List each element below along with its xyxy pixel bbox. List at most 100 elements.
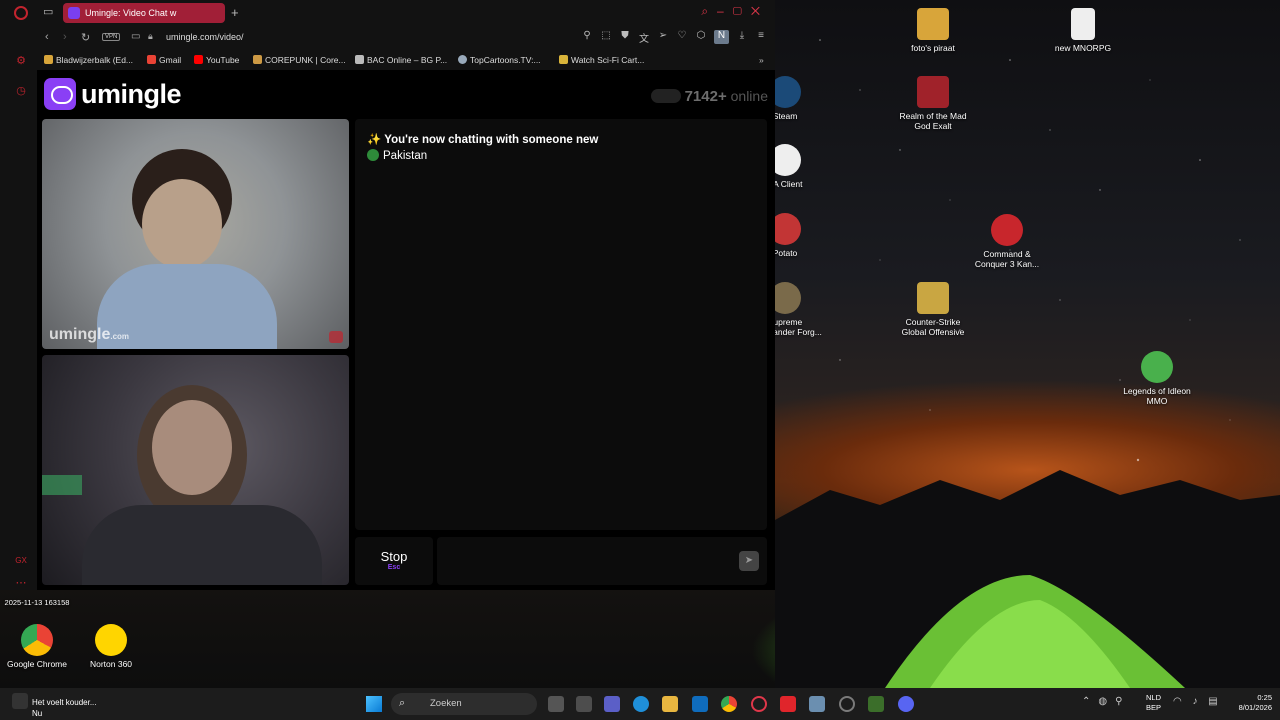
- bookmark-scifi[interactable]: Watch Sci-Fi Cart...: [559, 55, 644, 65]
- stop-button[interactable]: Stop Esc: [355, 537, 433, 585]
- bookmark-folder[interactable]: Bladwijzerbalk (Ed...: [44, 55, 133, 65]
- address-bar[interactable]: umingle.com/video/: [166, 32, 244, 42]
- extensions-icon[interactable]: ⬡: [695, 30, 707, 44]
- umingle-page: umingle 7142+ online umingle.com ✨ You'r…: [37, 70, 775, 590]
- sidebar-more-icon[interactable]: ⋯: [14, 576, 28, 590]
- youtube-taskbar-icon[interactable]: [780, 696, 796, 712]
- chat-country: Pakistan: [367, 149, 427, 162]
- bac-icon: [355, 55, 364, 64]
- browser-sidebar: ⚙ ◷ GX ⋯: [0, 0, 37, 590]
- taskbar-search[interactable]: ⌕ Zoeken: [391, 693, 537, 715]
- desk-command-conquer[interactable]: Command & Conquer 3 Kan...: [967, 214, 1047, 269]
- weather-widget[interactable]: Het voelt kouder... Nu: [12, 693, 96, 719]
- discord-icon[interactable]: [898, 696, 914, 712]
- menu-icon[interactable]: ≡: [755, 30, 767, 44]
- scifi-icon: [559, 55, 568, 64]
- network-volume-icons[interactable]: ◠ ♪ ▤: [1173, 696, 1222, 707]
- store-icon[interactable]: [576, 696, 592, 712]
- topcartoons-icon: [458, 55, 467, 64]
- chrome-taskbar-icon[interactable]: [721, 696, 737, 712]
- desk-screenshot[interactable]: 2025-11-13 163158: [0, 598, 77, 608]
- folder-icon: [917, 8, 949, 40]
- calculator-icon[interactable]: [809, 696, 825, 712]
- shield-icon[interactable]: ⛊: [619, 30, 631, 44]
- sidebar-history-icon[interactable]: ◷: [14, 84, 28, 98]
- chat-panel: ✨ You're now chatting with someone new P…: [355, 119, 767, 530]
- file-icon: [1071, 8, 1095, 40]
- realm-icon: [917, 76, 949, 108]
- desk-csgo[interactable]: Counter-Strike Global Offensive: [893, 282, 973, 337]
- report-flag-icon[interactable]: [329, 331, 343, 343]
- bookmarks-overflow-icon[interactable]: »: [759, 55, 764, 65]
- desk-norton-360[interactable]: Norton 360: [71, 624, 151, 669]
- bookmarks-bar: Bladwijzerbalk (Ed... Gmail YouTube CORE…: [37, 50, 775, 70]
- gmail-icon: [147, 55, 156, 64]
- send-icon[interactable]: ➤: [739, 551, 759, 571]
- lock-icon: 🔒︎: [148, 31, 153, 41]
- reload-button[interactable]: ↻: [81, 31, 90, 44]
- snapshot-icon[interactable]: ▭: [131, 31, 140, 42]
- desk-foto-s-piraat[interactable]: foto's piraat: [893, 8, 973, 53]
- opera-gx-taskbar-icon[interactable]: [751, 696, 767, 712]
- online-counter: 7142+ online: [650, 88, 768, 105]
- folder-icon: [44, 55, 53, 64]
- bookmark-corepunk[interactable]: COREPUNK | Core...: [253, 55, 346, 65]
- edge-icon[interactable]: [633, 696, 649, 712]
- windows-start-icon[interactable]: [366, 696, 382, 712]
- sidebar-ai-icon[interactable]: ⚙: [14, 54, 28, 68]
- settings-taskbar-icon[interactable]: [839, 696, 855, 712]
- address-toolbar: ‹ › ↻ VPN ▭ 🔒︎ umingle.com/video/ ⚲ ⬚ ⛊ …: [37, 26, 775, 50]
- add-tab-button[interactable]: +: [231, 5, 239, 20]
- chat-status-message: ✨ You're now chatting with someone new: [367, 134, 599, 146]
- search-icon: ⌕: [399, 697, 406, 709]
- screenshot-icon[interactable]: ⬚: [600, 30, 612, 44]
- tab-menu-icon[interactable]: ▭: [43, 5, 53, 18]
- game-taskbar-icon[interactable]: [868, 696, 884, 712]
- self-face: [152, 400, 232, 495]
- tab-umingle[interactable]: Umingle: Video Chat w: [63, 3, 225, 23]
- download-icon[interactable]: ⤓: [736, 30, 748, 44]
- rgb-light: [42, 475, 82, 495]
- heart-icon[interactable]: ♡: [676, 30, 688, 44]
- bookmark-bac-online[interactable]: BAC Online – BG P...: [355, 55, 447, 65]
- bookmark-topcartoons[interactable]: TopCartoons.TV:...: [458, 55, 541, 65]
- back-button[interactable]: ‹: [45, 31, 49, 43]
- teams-icon[interactable]: [604, 696, 620, 712]
- pin-icon[interactable]: ⚲: [581, 30, 593, 44]
- message-input[interactable]: ➤: [437, 537, 767, 585]
- umingle-favicon-icon: [68, 7, 80, 19]
- translate-icon[interactable]: 文: [638, 30, 650, 45]
- opera-logo-icon[interactable]: [14, 6, 28, 20]
- chrome-icon: [21, 624, 53, 656]
- self-video: [42, 355, 349, 585]
- task-view-icon[interactable]: [548, 696, 564, 712]
- desk-realm-of-the-mad-god[interactable]: Realm of the Mad God Exalt: [893, 76, 973, 131]
- tab-bar: ▭ Umingle: Video Chat w + ⌕–▢✕: [37, 0, 775, 26]
- vpn-badge[interactable]: VPN: [102, 33, 121, 41]
- clock[interactable]: 0:25 8/01/2026: [1239, 693, 1272, 713]
- profile-avatar[interactable]: N: [714, 30, 729, 44]
- umingle-logo[interactable]: umingle: [44, 78, 182, 110]
- bookmark-youtube[interactable]: YouTube: [194, 55, 239, 65]
- video-watermark: umingle.com: [49, 326, 130, 343]
- taskbar: Het voelt kouder... Nu ⌕ Zoeken ⌃◍⚲ NLD B…: [0, 688, 1280, 720]
- corepunk-icon: [253, 55, 262, 64]
- desk-google-chrome[interactable]: Google Chrome: [0, 624, 77, 669]
- idleon-icon: [1141, 351, 1173, 383]
- desk-new-mnorpg[interactable]: new MNORPG: [1043, 8, 1123, 53]
- sidebar-gx-icon[interactable]: GX: [14, 556, 28, 570]
- command-conquer-icon: [991, 214, 1023, 246]
- chat-bubble-icon: [44, 78, 76, 110]
- desk-legends-of-idleon[interactable]: Legends of Idleon MMO: [1117, 351, 1197, 406]
- stranger-face: [142, 179, 222, 269]
- send-to-icon[interactable]: ➢: [657, 30, 669, 44]
- bookmark-gmail[interactable]: Gmail: [147, 55, 181, 65]
- window-controls[interactable]: ⌕–▢✕: [701, 4, 769, 19]
- system-tray-icons[interactable]: ⌃◍⚲: [1082, 696, 1130, 707]
- outlook-icon[interactable]: [692, 696, 708, 712]
- language-indicator[interactable]: NLD BEP: [1146, 693, 1161, 713]
- online-toggle[interactable]: [650, 89, 681, 103]
- forward-button[interactable]: ›: [63, 31, 67, 43]
- file-explorer-icon[interactable]: [662, 696, 678, 712]
- browser-window: ⚙ ◷ GX ⋯ ▭ Umingle: Video Chat w + ⌕–▢✕ …: [0, 0, 775, 590]
